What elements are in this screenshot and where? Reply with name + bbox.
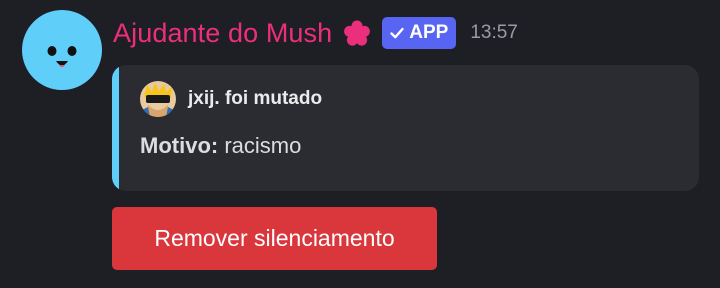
check-icon: [390, 27, 404, 39]
bot-avatar[interactable]: [22, 10, 102, 90]
pink-flower-icon[interactable]: [344, 20, 371, 46]
embed-accent-bar: [112, 65, 119, 191]
embed-field: Motivo: racismo: [140, 133, 301, 159]
embed-author-name: jxij. foi mutado: [188, 88, 323, 109]
app-badge-label: APP: [409, 22, 449, 43]
unmute-button[interactable]: Remover silenciamento: [112, 207, 437, 270]
username[interactable]: Ajudante do Mush: [113, 18, 332, 49]
timestamp: 13:57: [470, 22, 518, 43]
embed-field-value: racismo: [224, 133, 302, 158]
embed: jxij. foi mutado Motivo: racismo: [112, 65, 699, 191]
embed-field-name: Motivo:: [140, 133, 219, 158]
message-header: Ajudante do Mush APP 13:57: [113, 14, 518, 52]
app-badge: APP: [382, 17, 457, 49]
user-avatar-icon[interactable]: [140, 81, 176, 117]
smiley-face-icon: [47, 46, 77, 67]
embed-author: jxij. foi mutado: [140, 81, 322, 117]
